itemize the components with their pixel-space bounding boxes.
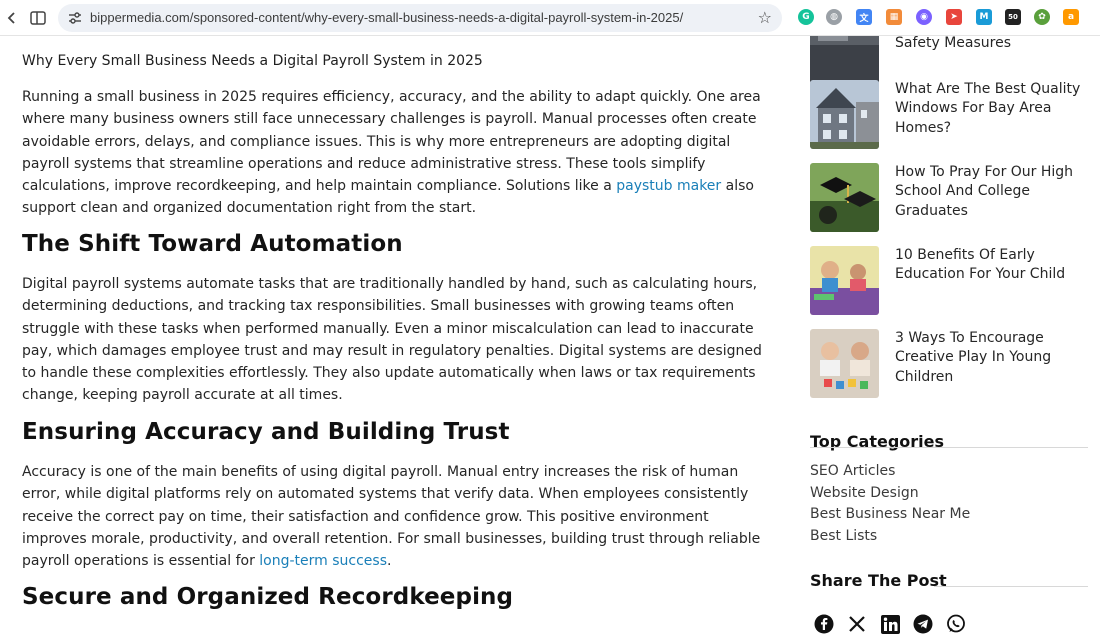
- post-thumbnail[interactable]: [810, 163, 879, 232]
- sidebar-post[interactable]: 10 Benefits Of Early Education For Your …: [810, 246, 1090, 316]
- url-text[interactable]: bippermedia.com/sponsored-content/why-ev…: [90, 10, 683, 25]
- split-view-icon[interactable]: [26, 6, 50, 30]
- intro-paragraph: Running a small business in 2025 require…: [22, 86, 768, 220]
- accuracy-text-end: .: [387, 553, 392, 570]
- whatsapp-icon[interactable]: [945, 613, 967, 635]
- paystub-maker-link[interactable]: paystub maker: [616, 178, 721, 194]
- back-icon[interactable]: [0, 6, 24, 30]
- grammarly-extension-icon[interactable]: G: [798, 9, 814, 25]
- post-thumbnail[interactable]: [810, 80, 879, 149]
- address-bar[interactable]: bippermedia.com/sponsored-content/why-ev…: [58, 4, 782, 32]
- x-icon[interactable]: [846, 613, 868, 635]
- heading-automation: The Shift Toward Automation: [22, 231, 403, 257]
- post-title[interactable]: 10 Benefits Of Early Education For Your …: [895, 246, 1085, 285]
- post-thumbnail[interactable]: [810, 36, 879, 84]
- site-info-icon[interactable]: [66, 9, 84, 27]
- article-content: Why Every Small Business Needs a Digital…: [22, 36, 770, 638]
- divider: [934, 586, 1088, 587]
- browser-toolbar: bippermedia.com/sponsored-content/why-ev…: [0, 0, 1100, 36]
- circle-extension-icon[interactable]: ◉: [916, 9, 932, 25]
- accuracy-paragraph: Accuracy is one of the main benefits of …: [22, 461, 768, 572]
- category-link[interactable]: Best Business Near Me: [810, 506, 970, 522]
- bookmark-star-icon[interactable]: ☆: [758, 8, 772, 27]
- heading-records: Secure and Organized Recordkeeping: [22, 584, 514, 610]
- flower-extension-icon[interactable]: ✿: [1034, 9, 1050, 25]
- post-thumbnail[interactable]: [810, 246, 879, 315]
- top-categories-title: Top Categories: [810, 432, 945, 451]
- article-lead-title: Why Every Small Business Needs a Digital…: [22, 53, 483, 69]
- category-link[interactable]: Website Design: [810, 485, 919, 501]
- sidebar-post[interactable]: How To Pray For Our High School And Coll…: [810, 163, 1090, 233]
- category-link[interactable]: Best Lists: [810, 528, 877, 544]
- sidebar: School Bus Accidents And Safety Measures…: [810, 36, 1100, 638]
- sidebar-post[interactable]: What Are The Best Quality Windows For Ba…: [810, 80, 1090, 150]
- divider: [810, 447, 1088, 448]
- sidebar-post[interactable]: School Bus Accidents And Safety Measures: [810, 36, 1090, 85]
- amazon-extension-icon[interactable]: a: [1063, 9, 1079, 25]
- long-term-success-link[interactable]: long-term success: [259, 553, 387, 569]
- translate-extension-icon[interactable]: 文: [856, 9, 872, 25]
- linkedin-icon[interactable]: [879, 613, 901, 635]
- globe-extension-icon[interactable]: ◍: [826, 9, 842, 25]
- badge-extension-icon[interactable]: 50: [1005, 9, 1021, 25]
- automation-paragraph: Digital payroll systems automate tasks t…: [22, 276, 762, 404]
- facebook-icon[interactable]: [813, 613, 835, 635]
- post-thumbnail[interactable]: [810, 329, 879, 398]
- post-title[interactable]: 3 Ways To Encourage Creative Play In You…: [895, 329, 1085, 387]
- m-extension-icon[interactable]: M: [976, 9, 992, 25]
- share-title: Share The Post: [810, 571, 947, 590]
- post-title[interactable]: School Bus Accidents And Safety Measures: [895, 36, 1085, 54]
- sidebar-post[interactable]: 3 Ways To Encourage Creative Play In You…: [810, 329, 1090, 399]
- grid-extension-icon[interactable]: ▦: [886, 9, 902, 25]
- post-title[interactable]: How To Pray For Our High School And Coll…: [895, 163, 1085, 221]
- telegram-icon[interactable]: [912, 613, 934, 635]
- heading-accuracy: Ensuring Accuracy and Building Trust: [22, 419, 510, 445]
- arrow-extension-icon[interactable]: ➤: [946, 9, 962, 25]
- category-link[interactable]: SEO Articles: [810, 463, 895, 479]
- post-title[interactable]: What Are The Best Quality Windows For Ba…: [895, 80, 1085, 138]
